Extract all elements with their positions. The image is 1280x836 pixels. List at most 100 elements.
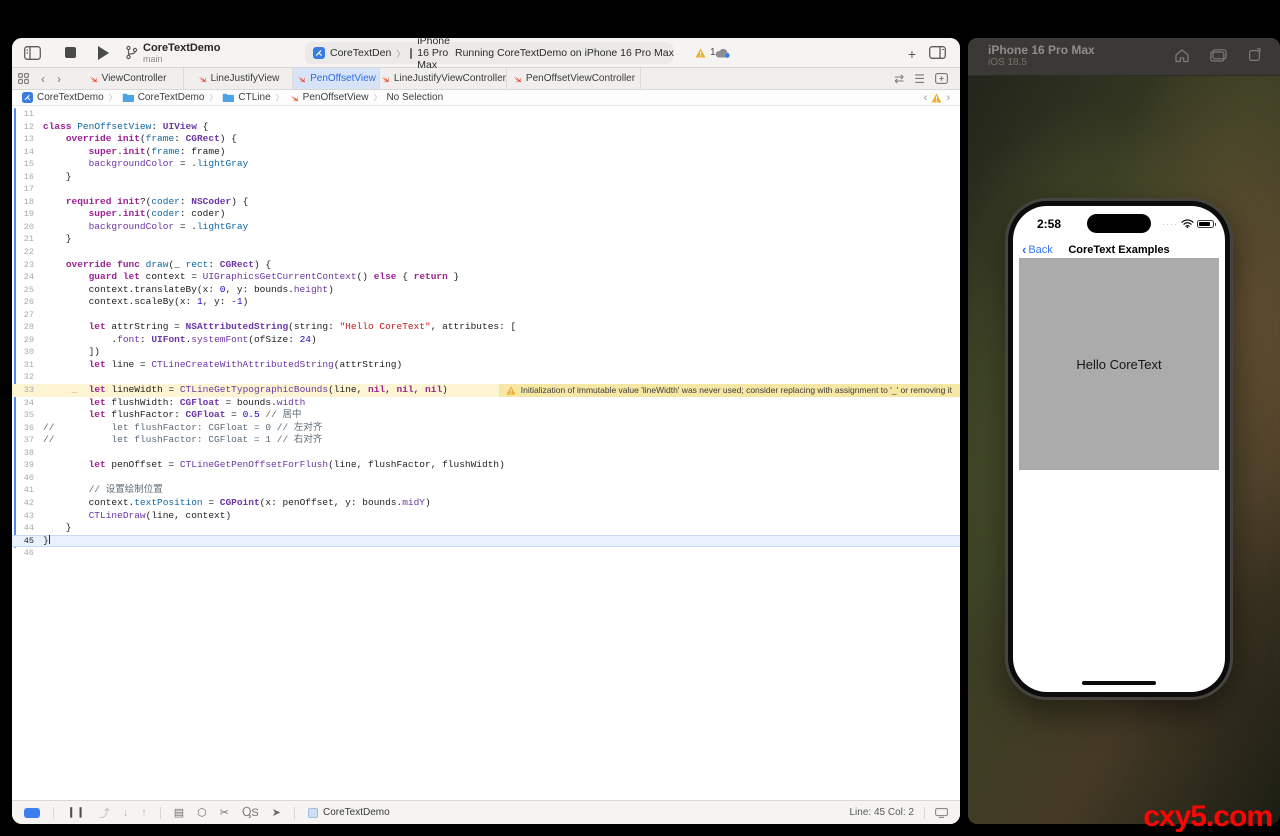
- simulator-titlebar[interactable]: iPhone 16 Pro Max iOS 18.5: [968, 38, 1280, 76]
- code-line[interactable]: 34 let flushWidth: CGFloat = bounds.widt…: [12, 397, 960, 410]
- code-line[interactable]: 26 context.scaleBy(x: 1, y: -1): [12, 296, 960, 309]
- memory-graph-icon[interactable]: ⬡: [197, 806, 207, 819]
- code-line[interactable]: 22: [12, 246, 960, 259]
- code-line[interactable]: 42 context.textPosition = CGPoint(x: pen…: [12, 497, 960, 510]
- screenshot-icon[interactable]: [1210, 49, 1227, 62]
- breadcrumb-item-selection[interactable]: No Selection: [386, 92, 443, 103]
- code-line[interactable]: 17: [12, 183, 960, 196]
- line-number[interactable]: 11: [15, 108, 43, 121]
- line-number[interactable]: 38: [15, 447, 43, 460]
- line-number[interactable]: 29: [15, 334, 43, 347]
- code-line[interactable]: 16 }: [12, 171, 960, 184]
- view-hierarchy-icon[interactable]: ▤: [174, 806, 184, 819]
- code-line[interactable]: 18 required init?(coder: NSCoder) {: [12, 196, 960, 209]
- runtime-issues-icon[interactable]: Ⴓ︎S: [242, 806, 259, 819]
- code-line[interactable]: 44 }: [12, 522, 960, 535]
- simulate-location-icon[interactable]: ➤: [272, 806, 281, 819]
- toggle-navigator-icon[interactable]: [24, 46, 41, 60]
- breadcrumb-item-project[interactable]: CoreTextDemo: [37, 92, 104, 103]
- previous-issue-icon[interactable]: ‹: [924, 92, 928, 104]
- code-line[interactable]: 13 override init(frame: CGRect) {: [12, 133, 960, 146]
- home-button-icon[interactable]: [1174, 48, 1190, 63]
- inline-warning[interactable]: Initialization of immutable value 'lineW…: [499, 384, 960, 397]
- related-items-icon[interactable]: ⇄: [894, 72, 904, 86]
- line-number[interactable]: 33: [15, 384, 43, 397]
- forward-chevron-icon[interactable]: ›: [51, 68, 71, 89]
- code-line[interactable]: 45}: [12, 535, 960, 548]
- code-line[interactable]: 37// let flushFactor: CGFloat = 1 // 右对齐: [12, 434, 960, 447]
- line-number[interactable]: 41: [15, 484, 43, 497]
- line-number[interactable]: 15: [15, 158, 43, 171]
- line-number[interactable]: 16: [15, 171, 43, 184]
- display-icon[interactable]: [935, 808, 948, 818]
- rotate-icon[interactable]: [1247, 48, 1262, 63]
- issues-badge[interactable]: 1: [695, 47, 716, 58]
- line-number[interactable]: 28: [15, 321, 43, 334]
- home-indicator[interactable]: [1082, 681, 1156, 685]
- line-number[interactable]: 23: [15, 259, 43, 272]
- editor-layout-icon[interactable]: [929, 46, 946, 59]
- code-line[interactable]: 21 }: [12, 233, 960, 246]
- tab-penoffsetviewcontroller[interactable]: PenOffsetViewController: [507, 68, 641, 89]
- tab-viewcontroller[interactable]: ViewController: [71, 68, 184, 89]
- code-line[interactable]: 31 let line = CTLineCreateWithAttributed…: [12, 359, 960, 372]
- add-editor-icon[interactable]: [935, 73, 948, 84]
- line-number[interactable]: 19: [15, 208, 43, 221]
- code-line[interactable]: 24 guard let context = UIGraphicsGetCurr…: [12, 271, 960, 284]
- code-line[interactable]: 41 // 设置绘制位置: [12, 484, 960, 497]
- code-line[interactable]: 15 backgroundColor = .lightGray: [12, 158, 960, 171]
- code-line[interactable]: 30 ]): [12, 346, 960, 359]
- line-number[interactable]: 34: [15, 397, 43, 410]
- source-editor[interactable]: 1112class PenOffsetView: UIView {13 over…: [12, 106, 960, 800]
- code-line[interactable]: 32: [12, 371, 960, 384]
- tab-overview-icon[interactable]: [12, 68, 35, 89]
- line-number[interactable]: 44: [15, 522, 43, 535]
- running-process[interactable]: CoreTextDemo: [308, 807, 390, 818]
- toggle-debug-area-button[interactable]: [24, 808, 40, 818]
- tab-penoffsetview-active[interactable]: PenOffsetView: [293, 68, 380, 89]
- code-line[interactable]: 33 _ let lineWidth = CTLineGetTypographi…: [12, 384, 960, 397]
- line-number[interactable]: 27: [15, 309, 43, 322]
- line-number[interactable]: 17: [15, 183, 43, 196]
- tab-linejustifyviewcontroller[interactable]: LineJustifyViewController: [380, 68, 507, 89]
- line-number[interactable]: 31: [15, 359, 43, 372]
- code-line[interactable]: 19 super.init(coder: coder): [12, 208, 960, 221]
- tab-linejustifyview[interactable]: LineJustifyView: [184, 68, 293, 89]
- code-line[interactable]: 46: [12, 547, 960, 560]
- code-line[interactable]: 25 context.translateBy(x: 0, y: bounds.h…: [12, 284, 960, 297]
- code-line[interactable]: 39 let penOffset = CTLineGetPenOffsetFor…: [12, 459, 960, 472]
- line-number[interactable]: 40: [15, 472, 43, 485]
- code-line[interactable]: 14 super.init(frame: frame): [12, 146, 960, 159]
- line-number[interactable]: 25: [15, 284, 43, 297]
- code-line[interactable]: 27: [12, 309, 960, 322]
- line-number[interactable]: 21: [15, 233, 43, 246]
- code-line[interactable]: 29 .font: UIFont.systemFont(ofSize: 24): [12, 334, 960, 347]
- line-number[interactable]: 30: [15, 346, 43, 359]
- line-number[interactable]: 36: [15, 422, 43, 435]
- line-number[interactable]: 39: [15, 459, 43, 472]
- code-line[interactable]: 12class PenOffsetView: UIView {: [12, 121, 960, 134]
- code-line[interactable]: 23 override func draw(_ rect: CGRect) {: [12, 259, 960, 272]
- breadcrumb-item-group[interactable]: CoreTextDemo: [138, 92, 205, 103]
- code-line[interactable]: 38: [12, 447, 960, 460]
- run-button[interactable]: [98, 46, 109, 60]
- line-number[interactable]: 12: [15, 121, 43, 134]
- line-number[interactable]: 18: [15, 196, 43, 209]
- line-number[interactable]: 26: [15, 296, 43, 309]
- back-chevron-icon[interactable]: ‹: [35, 68, 51, 89]
- scheme-selector[interactable]: CoreTextDen 〉 iPhone 16 Pro Max Running …: [305, 42, 673, 64]
- next-issue-icon[interactable]: ›: [946, 92, 950, 104]
- code-line[interactable]: 11: [12, 108, 960, 121]
- add-item-button[interactable]: +: [908, 46, 916, 62]
- code-line[interactable]: 40: [12, 472, 960, 485]
- code-line[interactable]: 35 let flushFactor: CGFloat = 0.5 // 居中: [12, 409, 960, 422]
- line-number[interactable]: 24: [15, 271, 43, 284]
- line-number[interactable]: 37: [15, 434, 43, 447]
- environment-overrides-icon[interactable]: ✂: [220, 806, 229, 819]
- line-number[interactable]: 35: [15, 409, 43, 422]
- code-line[interactable]: 20 backgroundColor = .lightGray: [12, 221, 960, 234]
- line-number[interactable]: 45: [15, 535, 43, 548]
- project-title-block[interactable]: CoreTextDemo main: [143, 42, 220, 64]
- warning-icon[interactable]: [931, 93, 942, 103]
- pause-execution-icon[interactable]: ❙❙: [67, 807, 86, 818]
